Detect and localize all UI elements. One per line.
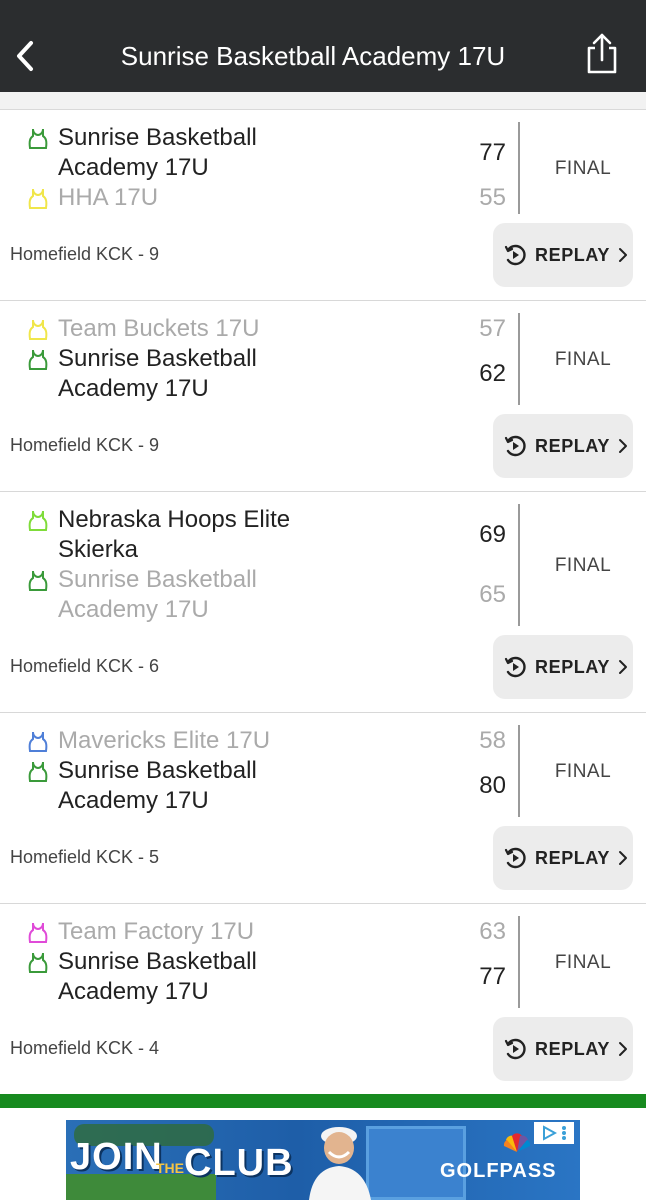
jersey-blue-icon [28, 731, 48, 752]
back-button[interactable] [10, 34, 40, 78]
team-name-2: HHA 17U [58, 184, 159, 211]
green-divider-bar [0, 1094, 646, 1108]
team-name-1: Nebraska Hoops Elite Skierka [58, 506, 291, 563]
team-score-1: 63 [479, 918, 506, 945]
jersey-green-icon [28, 349, 48, 370]
game-card: Team Buckets 17U Sunrise Basketball Acad… [0, 301, 646, 492]
jersey-lime-icon [28, 510, 48, 531]
jersey-green-icon [28, 128, 48, 149]
jersey-green-icon [28, 570, 48, 591]
chevron-right-icon [618, 248, 627, 262]
team-score-2: 62 [479, 360, 506, 387]
game-location: Homefield KCK - 9 [10, 435, 160, 455]
team-score-2: 80 [479, 772, 506, 799]
share-icon [587, 33, 617, 74]
game-status: FINAL [554, 952, 612, 973]
jersey-green-icon [28, 952, 48, 973]
team-name-2: Sunrise Basketball Academy 17U [58, 566, 257, 623]
game-status: FINAL [554, 158, 612, 179]
ad-container: JOIN THE CLUB GOLFPASS [0, 1108, 646, 1200]
replay-button[interactable]: REPLAY [493, 223, 633, 287]
game-card: Sunrise Basketball Academy 17U HHA 17U 7… [0, 110, 646, 301]
banner-ad[interactable]: JOIN THE CLUB GOLFPASS [66, 1120, 580, 1200]
share-button[interactable] [584, 32, 620, 76]
replay-button[interactable]: REPLAY [493, 635, 633, 699]
game-location: Homefield KCK - 4 [10, 1038, 160, 1058]
team-name-1: Team Factory 17U [58, 918, 255, 945]
ad-brand-text: GOLFPASS [440, 1160, 557, 1182]
replay-label: REPLAY [535, 847, 610, 868]
ad-choices-icon [543, 1125, 557, 1141]
team-score-2: 65 [479, 581, 506, 608]
chevron-right-icon [618, 660, 627, 674]
team-score-1: 57 [479, 315, 506, 342]
jersey-yellow-icon [28, 319, 48, 340]
team-score-1: 77 [479, 139, 506, 166]
team-name-2: Sunrise Basketball Academy 17U [58, 345, 257, 402]
jersey-magenta-icon [28, 922, 48, 943]
replay-button[interactable]: REPLAY [493, 414, 633, 478]
replay-button[interactable]: REPLAY [493, 1017, 633, 1081]
replay-icon [504, 435, 526, 457]
replay-label: REPLAY [535, 1038, 610, 1059]
chevron-right-icon [618, 439, 627, 453]
more-vertical-icon [562, 1126, 566, 1140]
team-name-1: Mavericks Elite 17U [58, 727, 271, 754]
top-nav-bar: Sunrise Basketball Academy 17U [0, 0, 646, 92]
games-list: Sunrise Basketball Academy 17U HHA 17U 7… [0, 110, 646, 1095]
game-location: Homefield KCK - 9 [10, 244, 160, 264]
game-location: Homefield KCK - 5 [10, 847, 160, 867]
game-status: FINAL [554, 349, 612, 370]
team-score-2: 77 [479, 963, 506, 990]
team-score-2: 55 [479, 184, 506, 211]
game-card: Mavericks Elite 17U Sunrise Basketball A… [0, 713, 646, 904]
ad-the-text: THE [156, 1160, 184, 1176]
replay-icon [504, 847, 526, 869]
team-name-1: Team Buckets 17U [58, 315, 260, 342]
chevron-right-icon [618, 1042, 627, 1056]
team-score-1: 69 [479, 521, 506, 548]
replay-button[interactable]: REPLAY [493, 826, 633, 890]
game-card: Nebraska Hoops Elite Skierka Sunrise Bas… [0, 492, 646, 713]
ad-choices-button[interactable] [534, 1122, 574, 1144]
game-card: Team Factory 17U Sunrise Basketball Acad… [0, 904, 646, 1095]
replay-icon [504, 1038, 526, 1060]
team-name-2: Sunrise Basketball Academy 17U [58, 757, 257, 814]
ad-club-text: CLUB [184, 1142, 294, 1184]
golfer-image [309, 1127, 371, 1200]
peacock-logo-icon [503, 1133, 531, 1152]
game-status: FINAL [554, 761, 612, 782]
replay-label: REPLAY [535, 656, 610, 677]
chevron-right-icon [618, 851, 627, 865]
replay-icon [504, 656, 526, 678]
team-name-2: Sunrise Basketball Academy 17U [58, 948, 257, 1005]
team-score-1: 58 [479, 727, 506, 754]
jersey-green-icon [28, 761, 48, 782]
replay-label: REPLAY [535, 435, 610, 456]
header-separator [0, 92, 646, 110]
team-name-1: Sunrise Basketball Academy 17U [58, 124, 257, 181]
game-location: Homefield KCK - 6 [10, 656, 160, 676]
replay-icon [504, 244, 526, 266]
ad-join-text: JOIN [70, 1136, 163, 1178]
replay-label: REPLAY [535, 244, 610, 265]
page-title: Sunrise Basketball Academy 17U [120, 41, 506, 71]
jersey-yellow-icon [28, 188, 48, 209]
chevron-left-icon [17, 41, 33, 71]
game-status: FINAL [554, 555, 612, 576]
